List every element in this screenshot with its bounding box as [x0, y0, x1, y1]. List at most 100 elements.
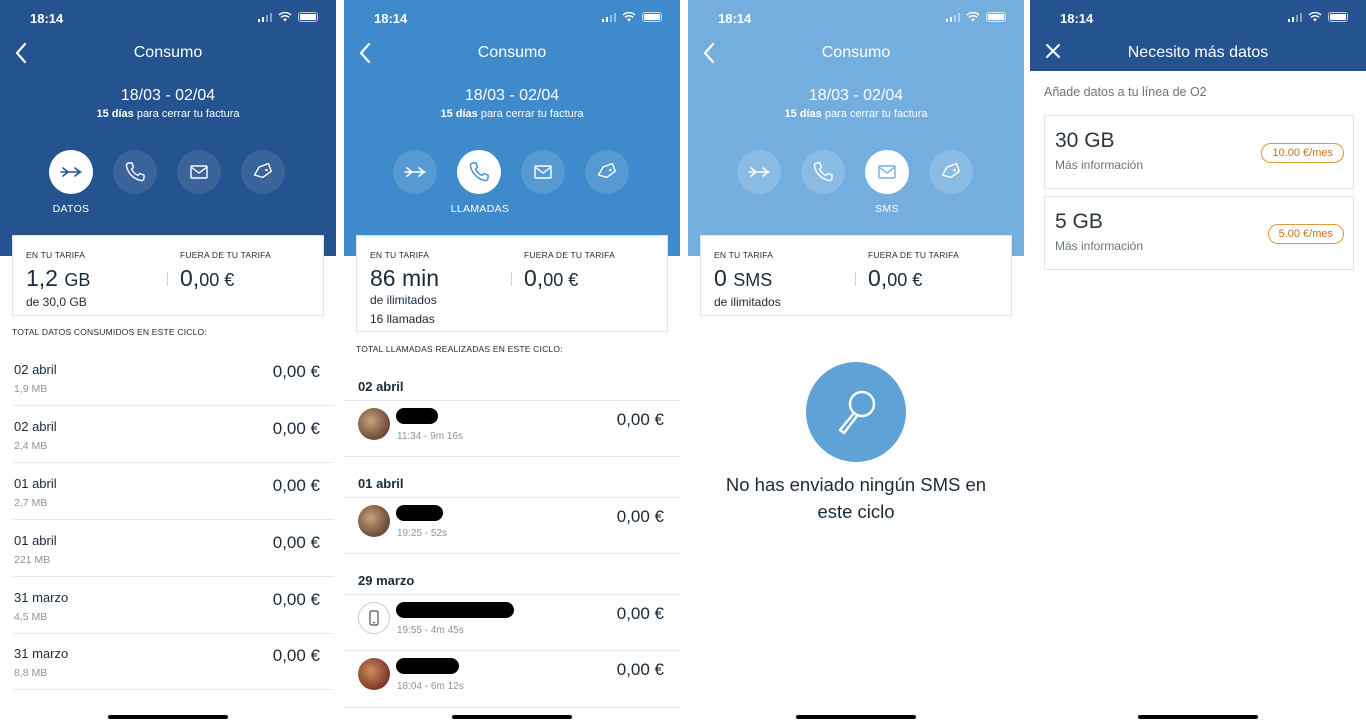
redacted-contact-name — [396, 505, 443, 521]
out-tariff-label: FUERA DE TU TARIFA — [868, 250, 959, 260]
out-tariff-column: FUERA DE TU TARIFA 0,00 € — [868, 250, 959, 292]
mobile-device-icon — [369, 610, 379, 626]
out-tariff-int: 0, — [524, 265, 544, 291]
status-time: 18:14 — [1060, 11, 1094, 26]
call-time: 18:04 - 6m 12s — [397, 681, 464, 692]
data-arrows-icon — [748, 167, 770, 177]
home-indicator[interactable] — [452, 715, 572, 719]
redacted-contact-name — [396, 602, 514, 618]
tab-datos[interactable] — [49, 150, 93, 194]
out-tariff-int: 0, — [180, 265, 200, 291]
home-indicator[interactable] — [1138, 715, 1258, 719]
data-pack-card[interactable]: 30 GB Más información 10.00 €/mes — [1044, 115, 1354, 189]
price-badge[interactable]: 5.00 €/mes — [1267, 224, 1344, 244]
list-item[interactable]: 01 abril 2,7 MB 0,00 € — [12, 463, 334, 520]
avatar — [358, 408, 390, 440]
tab-llamadas[interactable] — [113, 150, 157, 194]
row-date: 01 abril — [14, 476, 57, 491]
list-item[interactable]: 01 abril 221 MB 0,00 € — [12, 520, 334, 577]
out-tariff-column: FUERA DE TU TARIFA 0,00 € — [524, 250, 615, 292]
usage-summary-card: EN TU TARIFA 0 SMS de ilimitados FUERA D… — [700, 235, 1012, 316]
out-tariff-dec: 00 € — [887, 270, 923, 290]
out-tariff-value: 0,00 € — [180, 266, 271, 292]
call-row[interactable]: 19:25 - 52s 0,00 € — [344, 497, 680, 554]
empty-state-illustration — [806, 362, 906, 462]
tab-sms[interactable] — [177, 150, 221, 194]
list-item[interactable]: 02 abril 2,4 MB 0,00 € — [12, 406, 334, 463]
card-divider — [855, 272, 856, 286]
call-row[interactable]: 19:55 - 4m 45s 0,00 € — [344, 594, 680, 651]
tab-datos[interactable] — [737, 150, 781, 194]
row-amount: 8,8 MB — [14, 667, 48, 679]
in-tariff-amount: 0 — [714, 265, 727, 291]
wifi-icon — [278, 12, 292, 22]
signal-icon — [257, 12, 272, 22]
home-indicator[interactable] — [796, 715, 916, 719]
redacted-contact-name — [396, 658, 459, 674]
list-item[interactable]: 31 marzo 8,8 MB 0,00 € — [12, 633, 334, 690]
out-tariff-dec: 00 € — [543, 270, 579, 290]
more-info-link[interactable]: Más información — [1055, 239, 1143, 253]
call-row[interactable]: 18:04 - 6m 12s 0,00 € — [344, 651, 680, 708]
billing-period: 18/03 - 02/04 — [120, 87, 216, 104]
signal-icon — [1287, 12, 1302, 22]
tab-llamadas[interactable] — [801, 150, 845, 194]
row-date: 31 marzo — [14, 590, 69, 605]
pack-size: 30 GB — [1055, 129, 1115, 152]
in-tariff-label: EN TU TARIFA — [26, 250, 86, 260]
list-item[interactable]: 02 abril 1,9 MB 0,00 € — [12, 349, 334, 406]
days-text: para cerrar tu factura — [821, 108, 928, 120]
status-time: 18:14 — [718, 11, 752, 26]
call-row[interactable]: 11:34 - 9m 16s 0,00 € — [344, 400, 680, 457]
in-tariff-sub: de ilimitados — [714, 295, 781, 309]
usage-summary-card: EN TU TARIFA 86 min de ilimitados 16 lla… — [356, 235, 668, 332]
tab-extras[interactable] — [585, 150, 629, 194]
page-title: Consumo — [133, 44, 203, 61]
row-amount: 2,7 MB — [14, 497, 48, 509]
battery-icon — [642, 12, 662, 22]
home-indicator[interactable] — [108, 715, 228, 719]
status-bar: 18:14 — [1030, 0, 1366, 36]
phone-icon — [125, 162, 145, 182]
tab-sms[interactable] — [865, 150, 909, 194]
consumo-llamadas-screen: 18:14 Consumo 18/03 - 02/04 15 días para… — [344, 0, 680, 726]
consumo-datos-screen: 18:14 Consumo 18/03 - 02/04 15 días para… — [0, 0, 336, 726]
envelope-icon — [534, 165, 552, 179]
tab-label-datos: DATOS — [52, 203, 90, 215]
row-price: 0,00 € — [272, 362, 320, 381]
tab-datos[interactable] — [393, 150, 437, 194]
price-tag-icon — [597, 162, 616, 179]
in-tariff-value: 86 min — [370, 265, 440, 291]
tab-label-sms: SMS — [875, 203, 899, 215]
phone-icon — [469, 162, 489, 182]
section-title: TOTAL LLAMADAS REALIZADAS EN ESTE CICLO: — [356, 344, 563, 354]
out-tariff-label: FUERA DE TU TARIFA — [180, 250, 271, 260]
tab-llamadas[interactable] — [457, 150, 501, 194]
phone-icon — [813, 162, 833, 182]
price-badge[interactable]: 10.00 €/mes — [1261, 143, 1344, 163]
page-title: Consumo — [477, 44, 547, 61]
in-tariff-label: EN TU TARIFA — [714, 250, 774, 260]
data-pack-card[interactable]: 5 GB Más información 5.00 €/mes — [1044, 196, 1354, 270]
in-tariff-column: EN TU TARIFA 1,2 GB de 30,0 GB — [26, 250, 90, 311]
row-price: 0,00 € — [272, 419, 320, 438]
data-arrows-icon — [60, 167, 82, 177]
in-tariff-sub: de 30,0 GB — [26, 295, 87, 309]
tab-extras[interactable] — [929, 150, 973, 194]
out-tariff-value: 0,00 € — [868, 266, 959, 292]
avatar — [358, 505, 390, 537]
wifi-icon — [1308, 12, 1322, 22]
more-info-link[interactable]: Más información — [1055, 158, 1143, 172]
tab-label-llamadas: LLAMADAS — [450, 203, 510, 215]
price-tag-icon — [941, 162, 960, 179]
row-amount: 4,5 MB — [14, 611, 48, 623]
tab-extras[interactable] — [241, 150, 285, 194]
status-bar: 18:14 — [0, 0, 336, 36]
days-text: para cerrar tu factura — [477, 108, 584, 120]
avatar — [358, 658, 390, 690]
battery-icon — [298, 12, 318, 22]
tab-sms[interactable] — [521, 150, 565, 194]
list-item[interactable]: 31 marzo 4,5 MB 0,00 € — [12, 577, 334, 634]
calls-count: 16 llamadas — [370, 312, 435, 326]
in-tariff-value: 0 SMS — [714, 266, 781, 292]
